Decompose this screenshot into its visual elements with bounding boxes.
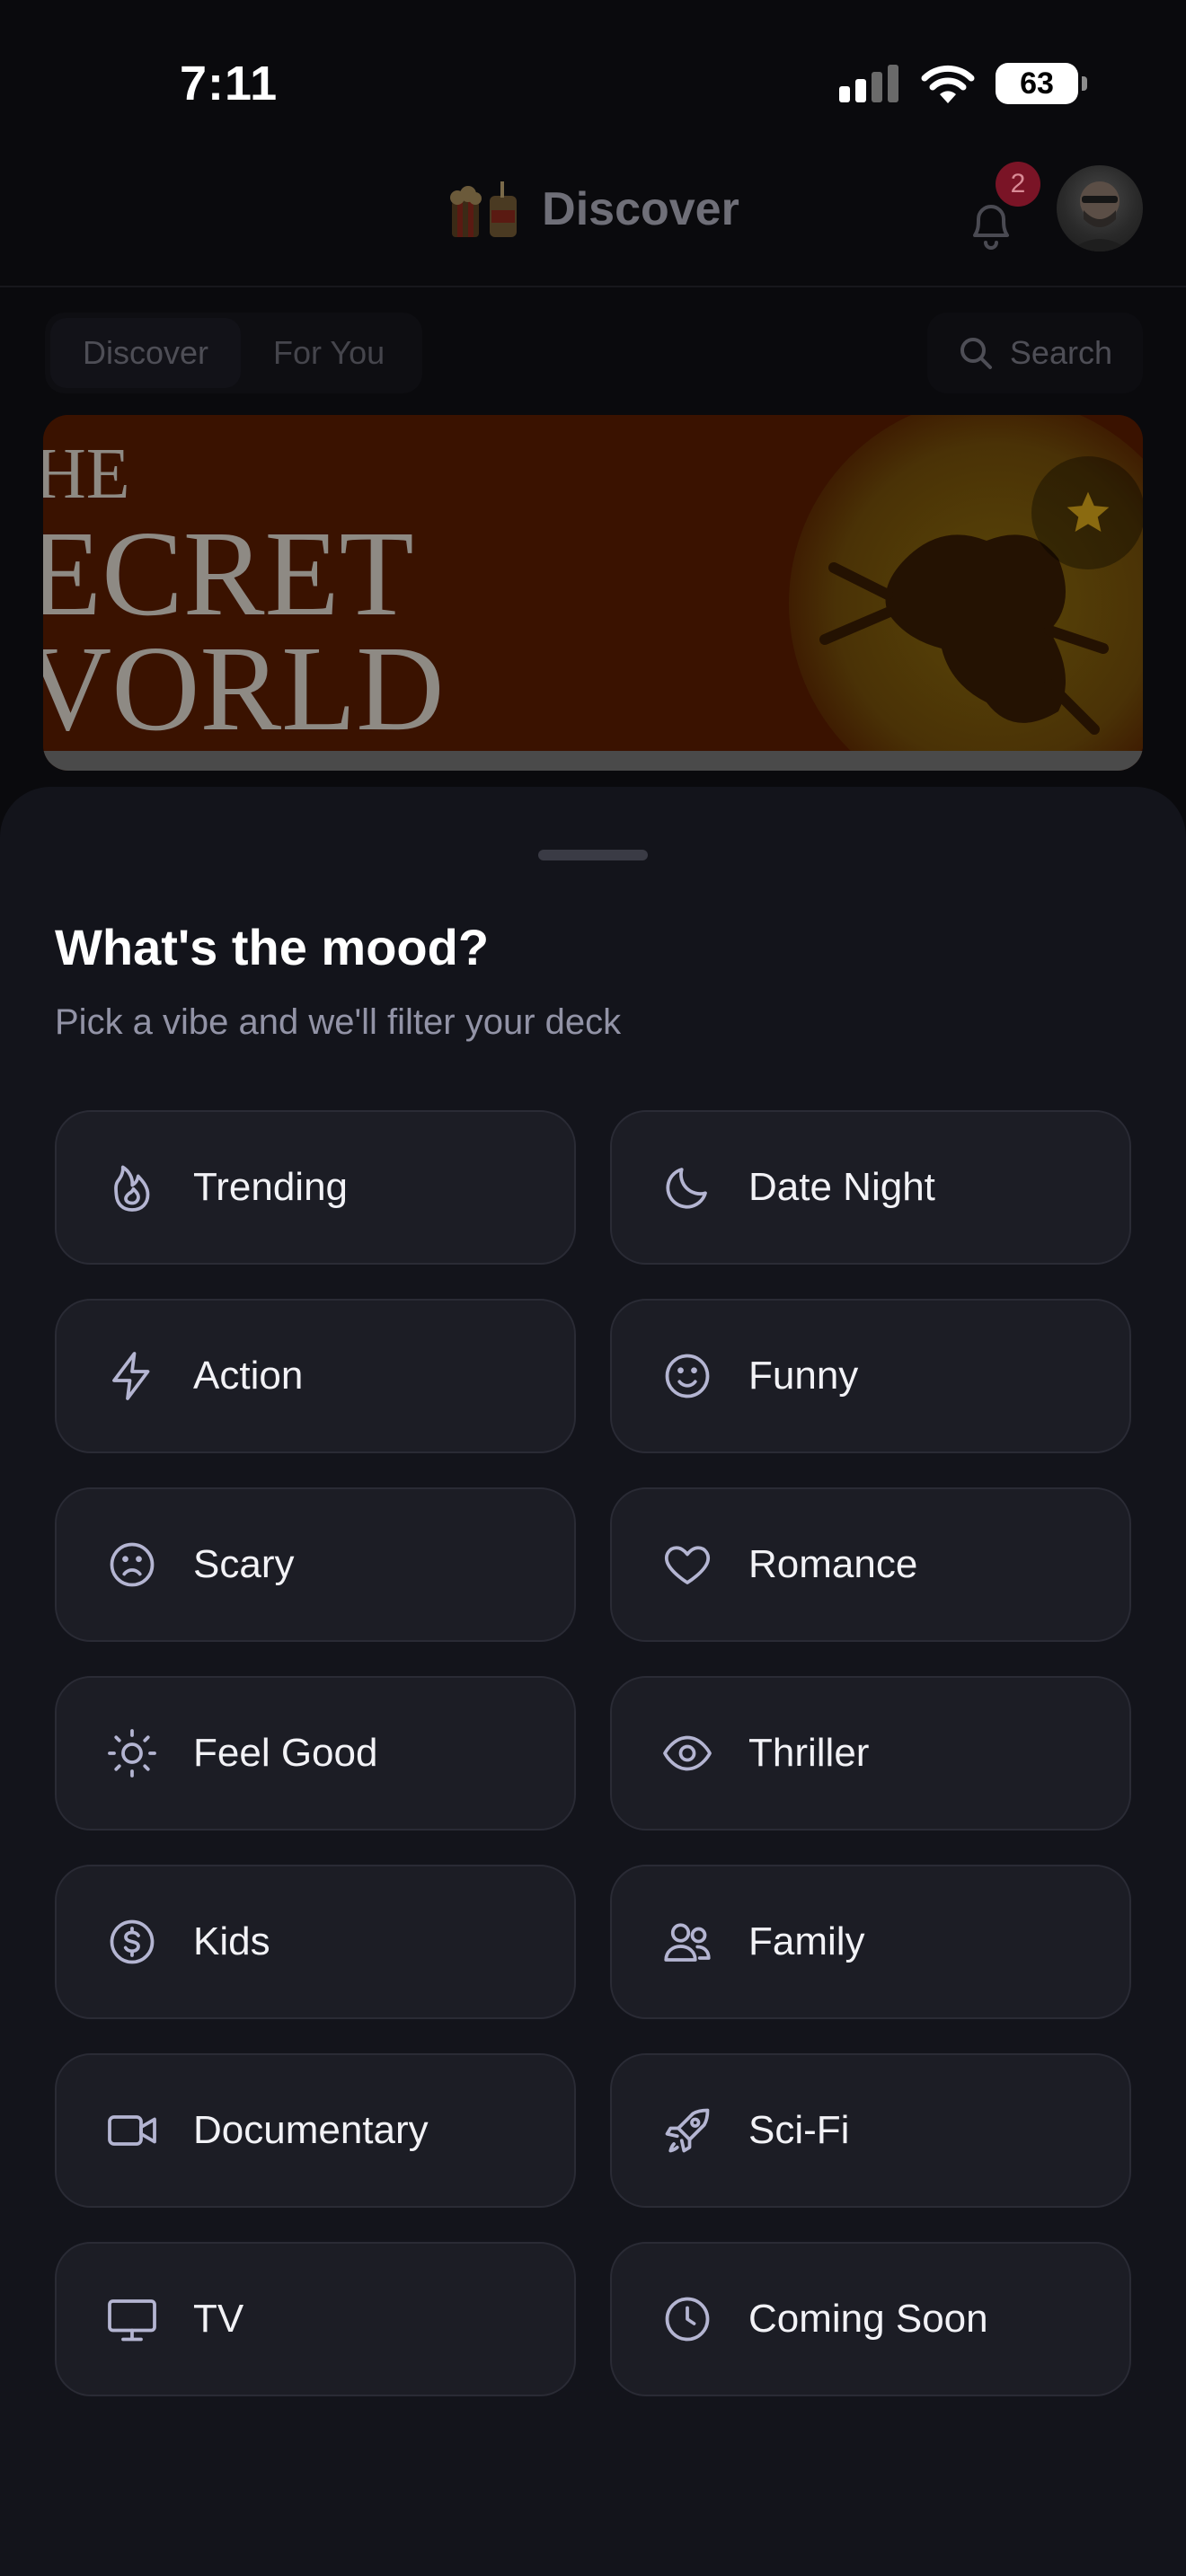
- mood-button-date-night[interactable]: Date Night: [610, 1110, 1131, 1265]
- favorite-button[interactable]: [1031, 456, 1143, 569]
- mood-label: Thriller: [748, 1731, 870, 1775]
- poster-artwork: HE ECRET VORLD: [43, 415, 1143, 771]
- mood-label: Romance: [748, 1542, 918, 1586]
- search-icon: [960, 338, 992, 369]
- sun-icon: [103, 1725, 161, 1782]
- lightning-icon: [103, 1347, 161, 1405]
- monitor-icon: [103, 2290, 161, 2348]
- mood-label: Date Night: [748, 1165, 935, 1209]
- mood-label: Action: [193, 1354, 304, 1398]
- users-icon: [659, 1913, 716, 1971]
- clock-icon: [659, 2290, 716, 2348]
- poster-title-line-1: HE: [43, 435, 130, 514]
- poster-title-line-3: VORLD: [43, 622, 444, 756]
- tab-for-you[interactable]: For You: [241, 318, 417, 388]
- mood-button-sci-fi[interactable]: Sci-Fi: [610, 2053, 1131, 2208]
- mood-button-documentary[interactable]: Documentary: [55, 2053, 576, 2208]
- status-bar: 7:11 63: [0, 0, 1186, 153]
- hero-poster[interactable]: HE ECRET VORLD: [43, 415, 1143, 771]
- poster-bottom-strip: [43, 751, 1143, 771]
- mood-label: TV: [193, 2297, 244, 2341]
- sheet-grabber[interactable]: [538, 850, 648, 860]
- app-header: Discover 2: [0, 153, 1186, 287]
- notification-badge: 2: [996, 162, 1040, 207]
- eye-icon: [659, 1725, 716, 1782]
- mood-label: Family: [748, 1919, 865, 1963]
- flame-icon: [103, 1159, 161, 1216]
- popcorn-logo-icon: [450, 181, 518, 237]
- avatar[interactable]: [1057, 165, 1143, 251]
- mood-button-thriller[interactable]: Thriller: [610, 1676, 1131, 1831]
- status-time: 7:11: [180, 57, 279, 110]
- search-label: Search: [1009, 334, 1112, 371]
- battery-indicator: 63: [996, 63, 1087, 104]
- search-button[interactable]: Search: [926, 313, 1143, 393]
- star-icon: [1067, 491, 1110, 532]
- video-camera-icon: [103, 2102, 161, 2159]
- cellular-signal-icon: [839, 65, 898, 102]
- mood-button-trending[interactable]: Trending: [55, 1110, 576, 1265]
- mood-button-action[interactable]: Action: [55, 1299, 576, 1453]
- rocket-icon: [659, 2102, 716, 2159]
- mood-label: Kids: [193, 1919, 270, 1963]
- mood-button-kids[interactable]: Kids: [55, 1865, 576, 2019]
- mood-grid: Trending Date Night Action Funny Scary R…: [55, 1110, 1131, 2396]
- dollar-circle-icon: [103, 1913, 161, 1971]
- mood-button-romance[interactable]: Romance: [610, 1487, 1131, 1642]
- smile-icon: [659, 1347, 716, 1405]
- mood-button-feel-good[interactable]: Feel Good: [55, 1676, 576, 1831]
- frown-icon: [103, 1536, 161, 1593]
- tab-discover[interactable]: Discover: [50, 318, 242, 388]
- mood-button-funny[interactable]: Funny: [610, 1299, 1131, 1453]
- moon-icon: [659, 1159, 716, 1216]
- battery-level: 63: [1020, 66, 1054, 101]
- mood-label: Feel Good: [193, 1731, 378, 1775]
- status-icons: 63: [839, 63, 1087, 104]
- screen: 7:11 63 Discover 2 Discover For You Sear…: [0, 0, 1186, 2576]
- mood-bottom-sheet: What's the mood? Pick a vibe and we'll f…: [0, 787, 1186, 2576]
- mood-label: Documentary: [193, 2108, 429, 2152]
- heart-icon: [659, 1536, 716, 1593]
- sheet-title: What's the mood?: [55, 919, 490, 975]
- wifi-icon: [921, 65, 975, 103]
- mood-button-family[interactable]: Family: [610, 1865, 1131, 2019]
- sheet-subtitle: Pick a vibe and we'll filter your deck: [55, 1002, 622, 1042]
- mood-label: Sci-Fi: [748, 2108, 850, 2152]
- mood-label: Scary: [193, 1542, 295, 1586]
- avatar-photo: [1069, 181, 1130, 251]
- mood-button-coming-soon[interactable]: Coming Soon: [610, 2242, 1131, 2396]
- mood-label: Trending: [193, 1165, 349, 1209]
- tab-group: Discover For You: [45, 313, 423, 393]
- mood-label: Funny: [748, 1354, 859, 1398]
- mood-label: Coming Soon: [748, 2297, 988, 2341]
- page-title: Discover: [542, 183, 739, 235]
- tab-row: Discover For You Search: [45, 313, 1143, 393]
- mood-button-scary[interactable]: Scary: [55, 1487, 576, 1642]
- mood-button-tv[interactable]: TV: [55, 2242, 576, 2396]
